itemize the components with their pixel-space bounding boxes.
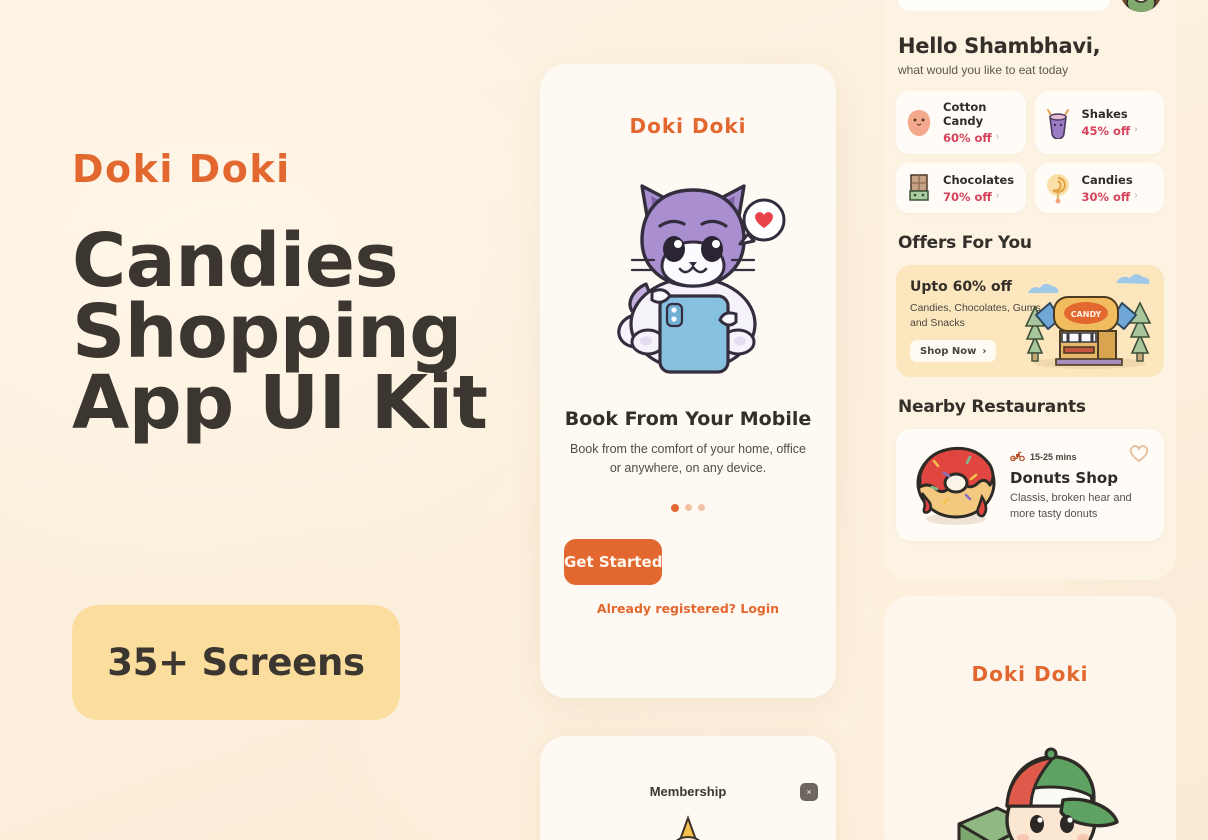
- category-card-chocolates[interactable]: Chocolates 70% off ›: [896, 163, 1026, 213]
- category-discount-row: 45% off ›: [1082, 121, 1138, 138]
- home-screen: Hello Shambhavi, what would you like to …: [884, 0, 1176, 580]
- screens-count-label: 35+ Screens: [107, 641, 365, 684]
- restaurant-name: Donuts Shop: [1010, 468, 1118, 487]
- candy-shop-icon: CANDY: [1010, 269, 1160, 377]
- category-card-shakes[interactable]: Shakes 45% off ›: [1034, 91, 1164, 154]
- hero-section: Doki Doki Candies Shopping App UI Kit: [72, 147, 522, 447]
- category-discount: 30% off: [1081, 189, 1131, 204]
- category-discount-row: 60% off ›: [943, 128, 1018, 145]
- onboarding-screen: Doki Doki Book From Your Mobile Book fro…: [540, 64, 836, 698]
- category-discount-row: 70% off ›: [943, 187, 1014, 204]
- page-title: Candies Shopping App UI Kit: [72, 218, 522, 447]
- hero-brand-logo: Doki Doki: [72, 147, 291, 191]
- membership-screen: Membership ×: [540, 736, 836, 840]
- category-name: Chocolates: [943, 172, 1015, 187]
- heart-icon[interactable]: [1128, 443, 1150, 466]
- category-discount-row: 30% off ›: [1082, 187, 1138, 204]
- category-card-cotton-candy[interactable]: Cotton Candy 60% off ›: [896, 91, 1026, 154]
- membership-header: Membership ×: [540, 736, 836, 801]
- category-discount: 60% off: [943, 131, 992, 145]
- chevron-right-icon: ›: [982, 345, 987, 357]
- category-card-candies[interactable]: Candies 30% off ›: [1034, 163, 1164, 213]
- splash-screen: Doki Doki: [884, 596, 1176, 840]
- pagination-dot-2[interactable]: [685, 503, 692, 511]
- hero-title-line-2: Shopping: [72, 289, 462, 376]
- hero-title-line-3: App UI Kit: [72, 360, 488, 447]
- restaurants-section-title: Nearby Restaurants: [898, 397, 1086, 417]
- category-grid: Cotton Candy 60% off › Shakes 45% off › …: [896, 91, 1164, 213]
- chocolate-bar-icon: [904, 172, 934, 204]
- chevron-right-icon: ›: [1134, 189, 1138, 201]
- restaurant-card[interactable]: 15-25 mins Donuts Shop Classis, broken h…: [896, 429, 1164, 541]
- cotton-candy-icon: [904, 107, 934, 139]
- category-name: Candies: [1081, 172, 1133, 187]
- onboarding-brand-logo: Doki Doki: [629, 114, 747, 138]
- cat-with-tablet-icon: [540, 156, 836, 386]
- hero-title-line-1: Candies: [72, 218, 399, 304]
- search-input[interactable]: [898, 0, 1110, 11]
- shake-cup-icon: [1043, 107, 1073, 140]
- delivery-time-row: 15-25 mins: [1010, 448, 1140, 466]
- onboarding-heading: Book From Your Mobile: [564, 408, 812, 430]
- chevron-right-icon: ›: [995, 131, 1000, 142]
- chevron-right-icon: ›: [1134, 124, 1138, 135]
- login-link[interactable]: Already registered? Login: [540, 601, 836, 616]
- offers-section-title: Offers For You: [898, 233, 1032, 253]
- donut-icon: [908, 437, 1004, 534]
- pagination-dot-3[interactable]: [698, 503, 705, 511]
- get-started-button[interactable]: Get Started: [564, 538, 663, 585]
- candy-shop-sign: CANDY: [1071, 310, 1102, 319]
- ice-cream-cone-icon: [540, 814, 836, 840]
- onboarding-pagination[interactable]: [540, 503, 836, 512]
- delivery-time-label: 15-25 mins: [1030, 451, 1077, 462]
- membership-title: Membership: [649, 784, 727, 799]
- close-icon[interactable]: ×: [800, 783, 818, 801]
- splash-brand-logo: Doki Doki: [971, 662, 1089, 686]
- category-discount: 45% off: [1081, 124, 1131, 138]
- avatar[interactable]: [1120, 0, 1162, 12]
- shop-now-label: Shop Now: [920, 345, 977, 357]
- poster-canvas: Doki Doki Candies Shopping App UI Kit 35…: [0, 0, 1208, 840]
- restaurant-info: 15-25 mins Donuts Shop Classis, broken h…: [1010, 448, 1140, 522]
- screens-count-badge: 35+ Screens: [72, 605, 400, 720]
- category-name: Shakes: [1081, 107, 1128, 121]
- category-name: Cotton Candy: [943, 100, 987, 128]
- restaurant-description: Classis, broken hear and more tasty donu…: [1010, 491, 1132, 520]
- pagination-dot-1[interactable]: [671, 503, 679, 512]
- delivery-boy-icon: [884, 712, 1176, 840]
- lollipop-icon: [1043, 172, 1073, 204]
- onboarding-subtitle: Book from the comfort of your home, offi…: [570, 442, 806, 475]
- offer-banner[interactable]: Upto 60% off Candies, Chocolates, Gums, …: [896, 265, 1164, 377]
- greeting-subtitle: what would you like to eat today: [898, 63, 1069, 77]
- category-discount: 70% off: [943, 189, 992, 204]
- chevron-right-icon: ›: [995, 189, 1000, 201]
- scooter-icon: [1010, 448, 1025, 466]
- greeting-title: Hello Shambhavi,: [898, 34, 1101, 58]
- home-topbar: [884, 0, 1176, 12]
- shop-now-button[interactable]: Shop Now ›: [910, 340, 997, 363]
